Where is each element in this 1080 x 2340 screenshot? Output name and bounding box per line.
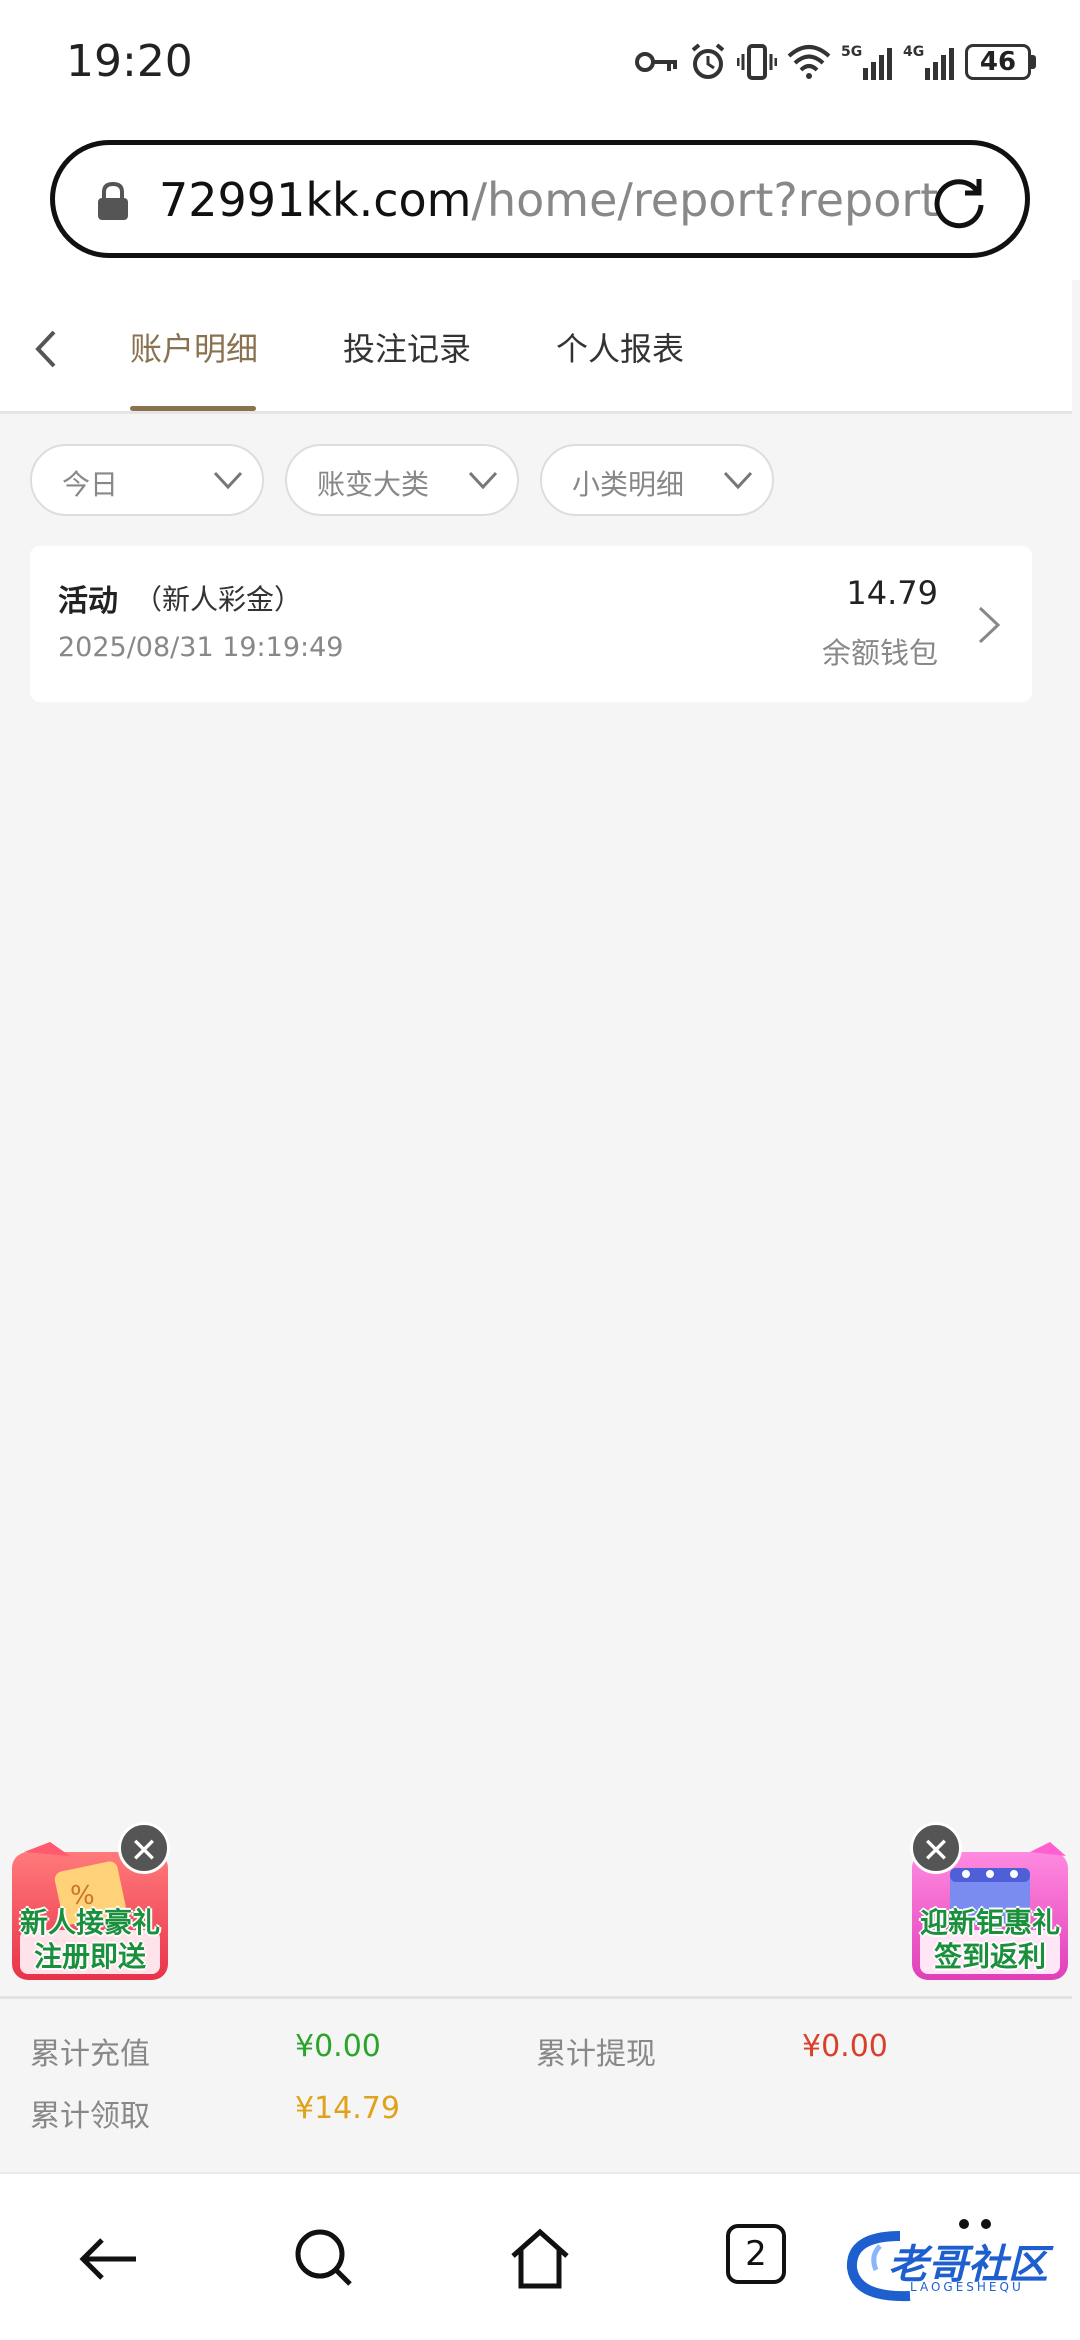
signal-4g-icon: 4G: [903, 44, 954, 80]
search-icon[interactable]: [290, 2224, 360, 2294]
total-claim-label: 累计领取: [30, 2099, 150, 2134]
tabs-button[interactable]: 2: [726, 2224, 786, 2284]
promo-right-line1: 迎新钜惠礼: [919, 1906, 1060, 1939]
chevron-down-icon: [468, 471, 498, 490]
filter-category[interactable]: 账变大类: [285, 444, 519, 516]
promo-new-user[interactable]: % 新人接豪礼 注册即送 ✕: [10, 1822, 170, 1982]
filter-date[interactable]: 今日: [30, 444, 264, 516]
total-recharge-value: ¥0.00: [295, 2029, 381, 2064]
filter-subcategory-label: 小类明细: [572, 468, 685, 501]
key-icon: [635, 52, 677, 72]
url-bar[interactable]: 72991kk.com/home/report?report: [50, 140, 1030, 258]
back-arrow-icon[interactable]: [30, 326, 60, 372]
chevron-down-icon: [213, 471, 243, 490]
wifi-icon: [787, 45, 831, 79]
record-subtitle: （新人彩金）: [134, 583, 303, 616]
chevron-right-icon: [978, 606, 1001, 644]
vibrate-icon: [737, 44, 777, 80]
url-host: 72991kk.com: [159, 173, 472, 227]
filter-category-label: 账变大类: [317, 468, 430, 501]
tab-account-details[interactable]: 账户明细: [130, 324, 258, 370]
browser-toolbar: 72991kk.com/home/report?report: [0, 120, 1080, 280]
tab-bet-records[interactable]: 投注记录: [343, 324, 471, 370]
record-title: 活动: [58, 584, 118, 619]
record-amount: 14.79: [846, 574, 938, 612]
total-recharge-label: 累计充值: [30, 2037, 150, 2072]
status-time: 19:20: [66, 36, 193, 87]
signal-5g-icon: 5G: [841, 44, 892, 80]
active-tab-indicator: [130, 406, 256, 411]
url-text[interactable]: 72991kk.com/home/report?report: [159, 173, 949, 227]
url-path: /home/report?report: [471, 173, 939, 227]
report-tabs: 账户明细 投注记录 个人报表: [0, 280, 1072, 414]
total-withdraw-label: 累计提现: [536, 2037, 656, 2072]
home-icon[interactable]: [505, 2224, 575, 2294]
promo-left-line1: 新人接豪礼: [19, 1906, 160, 1939]
svg-text:5G: 5G: [841, 44, 862, 60]
filter-subcategory[interactable]: 小类明细: [540, 444, 774, 516]
list-item[interactable]: 活动 （新人彩金） 2025/08/31 19:19:49 14.79 余额钱包: [30, 546, 1032, 702]
lock-icon: [98, 181, 128, 220]
back-icon[interactable]: [74, 2224, 144, 2294]
totals-summary: 累计充值 ¥0.00 累计提现 ¥0.00 累计领取 ¥14.79: [0, 1996, 1072, 2172]
status-bar: 19:20 5G 4G 46: [0, 0, 1080, 120]
close-icon[interactable]: ✕: [910, 1822, 962, 1874]
total-withdraw-value: ¥0.00: [802, 2029, 888, 2064]
close-icon[interactable]: ✕: [118, 1822, 170, 1874]
tab-personal-report[interactable]: 个人报表: [556, 324, 684, 370]
battery-level: 46: [965, 44, 1031, 80]
promo-left-line2: 注册即送: [33, 1940, 146, 1973]
page: 19:20 5G 4G 46 72991kk.com/home/report?r…: [0, 0, 1080, 2340]
alarm-icon: [691, 43, 725, 79]
record-time: 2025/08/31 19:19:49: [58, 632, 344, 663]
status-icons: 5G 4G 46: [635, 36, 1036, 88]
watermark-sub: LAOGESHEQU: [910, 2280, 1024, 2294]
filter-date-label: 今日: [62, 468, 119, 501]
reload-icon[interactable]: [929, 171, 989, 231]
promo-right-line2: 签到返利: [933, 1940, 1046, 1973]
svg-text:4G: 4G: [903, 44, 924, 60]
battery-icon: 46: [965, 44, 1036, 80]
watermark-logo: 老哥社区 LAOGESHEQU: [840, 2226, 1070, 2306]
total-claim-value: ¥14.79: [295, 2091, 400, 2126]
chevron-down-icon: [723, 471, 753, 490]
battery-cap: [1031, 55, 1036, 69]
record-wallet: 余额钱包: [821, 636, 938, 670]
promo-checkin[interactable]: 迎新钜惠礼 签到返利 ✕: [910, 1822, 1070, 1982]
